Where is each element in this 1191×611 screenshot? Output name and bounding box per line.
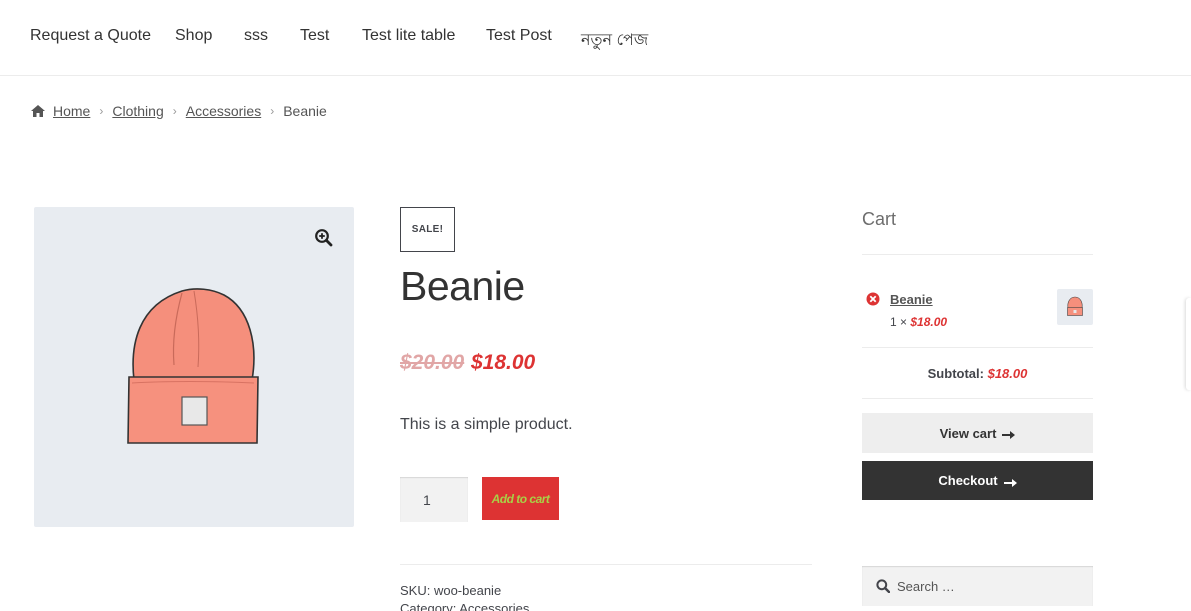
home-icon <box>30 104 46 118</box>
breadcrumb-separator-icon: › <box>172 104 177 118</box>
checkout-label: Checkout <box>938 473 998 488</box>
search-form <box>862 566 1093 606</box>
breadcrumb-separator-icon: › <box>270 104 275 118</box>
breadcrumb-separator-icon: › <box>99 104 104 118</box>
view-cart-button[interactable]: View cart <box>862 413 1093 453</box>
search-input[interactable] <box>897 566 1087 606</box>
primary-navigation: Request a Quote Shop sss Test Test lite … <box>0 0 1191 76</box>
add-to-cart-button[interactable]: Add to cart <box>482 477 559 520</box>
breadcrumb-current: Beanie <box>283 103 327 119</box>
cart-widget-title: Cart <box>862 209 897 229</box>
product-meta: SKU: woo-beanie Category: Accessories <box>400 582 529 611</box>
quantity-input[interactable] <box>400 477 468 522</box>
product-image-gallery[interactable] <box>34 207 354 527</box>
category-link[interactable]: Accessories <box>459 601 529 611</box>
checkout-button[interactable]: Checkout <box>862 461 1093 500</box>
scroll-handle[interactable] <box>1186 298 1191 390</box>
breadcrumb-home-link[interactable]: Home <box>53 103 90 119</box>
nav-item-test-post[interactable]: Test Post <box>486 27 552 45</box>
view-cart-label: View cart <box>939 425 997 441</box>
sale-badge: SALE! <box>400 207 455 252</box>
nav-item-shop[interactable]: Shop <box>175 27 212 45</box>
subtotal-amount: $18.00 <box>987 366 1028 381</box>
arrow-right-icon <box>1003 476 1017 487</box>
cart-item-thumbnail[interactable] <box>1057 289 1093 325</box>
nav-item-test[interactable]: Test <box>300 27 329 45</box>
cart-divider <box>862 398 1093 399</box>
cart-divider <box>862 347 1093 348</box>
sku-line: SKU: woo-beanie <box>400 583 502 598</box>
nav-item-sss[interactable]: sss <box>244 27 268 45</box>
product-short-description: This is a simple product. <box>400 416 573 433</box>
product-image-beanie <box>124 285 264 450</box>
nav-item-new-page[interactable]: নতুন পেজ <box>581 27 648 54</box>
nav-item-test-lite-table[interactable]: Test lite table <box>362 27 455 45</box>
cart-item-link[interactable]: Beanie <box>890 292 933 307</box>
cart-item-quantity: 1 × $18.00 <box>890 315 947 329</box>
breadcrumb: Home › Clothing › Accessories › Beanie <box>30 101 327 121</box>
cart-item-qty-prefix: 1 × <box>890 315 911 329</box>
cart-item-amount: $18.00 <box>910 315 948 329</box>
subtotal-label: Subtotal: <box>927 366 984 381</box>
breadcrumb-accessories-link[interactable]: Accessories <box>186 103 261 119</box>
search-icon <box>876 579 891 594</box>
sale-price: $18.00 <box>471 351 536 374</box>
regular-price: $20.00 <box>400 351 465 374</box>
zoom-in-icon[interactable] <box>314 228 334 248</box>
nav-item-request-a-quote[interactable]: Request a Quote <box>30 27 151 45</box>
breadcrumb-clothing-link[interactable]: Clothing <box>112 103 163 119</box>
category-label: Category: <box>400 601 460 611</box>
category-line: Category: Accessories <box>400 600 529 611</box>
cart-divider <box>862 254 1093 255</box>
product-meta-divider <box>400 564 812 565</box>
remove-circle-icon[interactable] <box>866 292 880 306</box>
product-title: Beanie <box>400 263 525 309</box>
arrow-right-icon <box>1002 428 1016 439</box>
cart-subtotal: Subtotal: $18.00 <box>862 366 1093 381</box>
